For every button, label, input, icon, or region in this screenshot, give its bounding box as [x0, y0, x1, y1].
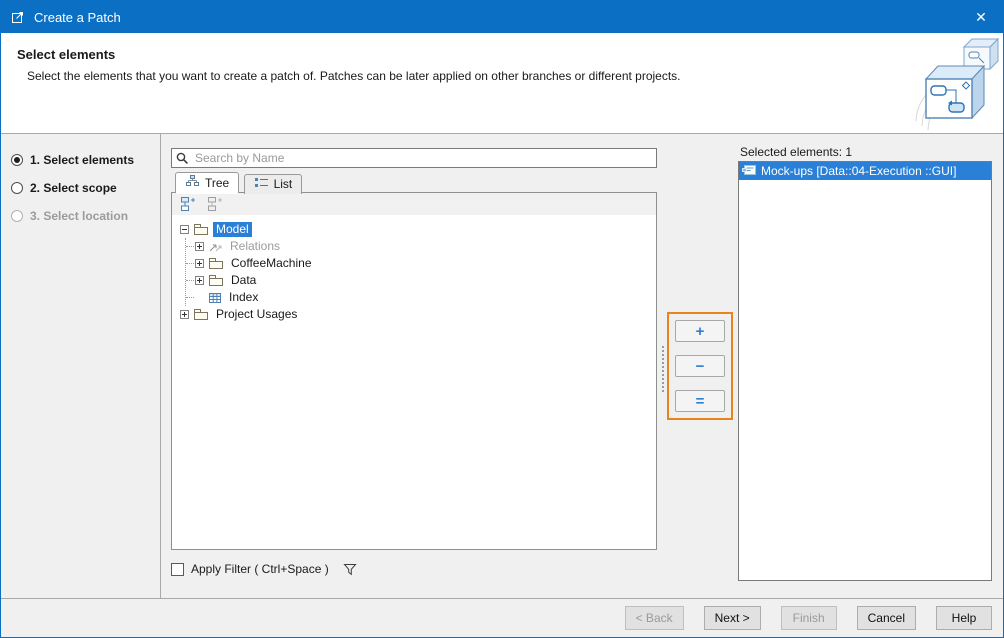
tree-node-label: CoffeeMachine — [228, 256, 315, 271]
relations-icon — [208, 241, 223, 253]
remove-all-elements-button[interactable]: = — [675, 390, 725, 412]
radio-unselected-icon — [11, 182, 23, 194]
expand-collapse-nodes-icon[interactable] — [179, 196, 197, 213]
cancel-button[interactable]: Cancel — [857, 606, 916, 630]
patch-illustration-icon — [914, 35, 1000, 134]
element-tree-pane: Tree List — [171, 148, 657, 576]
tree-connector — [186, 263, 194, 264]
transfer-buttons-annotation: + − = — [667, 312, 733, 420]
dialog-footer: < Back Next > Finish Cancel Help — [1, 598, 1003, 637]
package-icon — [208, 274, 224, 287]
add-element-button[interactable]: + — [675, 320, 725, 342]
tree-row-index[interactable]: Index — [186, 289, 654, 306]
tree-row-relations[interactable]: Relations — [186, 238, 654, 255]
close-icon[interactable]: ✕ — [959, 1, 1003, 33]
help-button[interactable]: Help — [936, 606, 992, 630]
package-icon — [193, 223, 209, 236]
window-title: Create a Patch — [34, 10, 121, 25]
step-select-location: 3. Select location — [1, 202, 160, 230]
tree-connector — [186, 297, 194, 298]
tree-list-tabs: Tree List — [171, 172, 657, 193]
next-button[interactable]: Next > — [704, 606, 761, 630]
selected-elements-list[interactable]: Mock-ups [Data::04-Execution ::GUI] — [738, 161, 992, 581]
filter-funnel-icon[interactable] — [343, 563, 357, 576]
tree-node-label: Data — [228, 273, 259, 288]
tab-label: Tree — [205, 176, 229, 190]
tree-row-data[interactable]: Data — [186, 272, 654, 289]
apply-filter-label: Apply Filter ( Ctrl+Space ) — [191, 562, 329, 576]
tree-row-model[interactable]: Model — [177, 221, 654, 238]
tab-list[interactable]: List — [244, 174, 303, 194]
package-icon — [208, 257, 224, 270]
title-bar: Create a Patch ✕ — [1, 1, 1003, 33]
step-label: 3. Select location — [30, 209, 128, 223]
tree-tab-icon — [185, 175, 200, 191]
page-title: Select elements — [17, 47, 115, 62]
tree-row-coffeemachine[interactable]: CoffeeMachine — [186, 255, 654, 272]
expand-expander-icon[interactable] — [180, 310, 189, 319]
step-label: 1. Select elements — [30, 153, 134, 167]
model-tree: Model Relations — [172, 215, 656, 549]
mockup-diagram-icon — [742, 164, 757, 179]
page-description: Select the elements that you want to cre… — [27, 69, 681, 83]
radio-disabled-icon — [11, 210, 23, 222]
splitter-handle[interactable] — [662, 346, 664, 392]
app-icon — [10, 9, 26, 25]
selected-elements-count: Selected elements: 1 — [738, 145, 992, 160]
collapse-expander-icon[interactable] — [180, 225, 189, 234]
tree-node-label: Index — [226, 290, 261, 305]
expand-expander-icon[interactable] — [195, 259, 204, 268]
finish-button: Finish — [781, 606, 837, 630]
remove-element-button[interactable]: − — [675, 355, 725, 377]
selected-elements-pane: Selected elements: 1 Mock-ups [Data::04-… — [738, 145, 992, 581]
model-children: Relations CoffeeMachine — [185, 238, 654, 306]
package-icon — [193, 308, 209, 321]
tree-node-label: Relations — [227, 239, 283, 254]
tree-node-label: Project Usages — [213, 307, 300, 322]
apply-filter-row: Apply Filter ( Ctrl+Space ) — [171, 562, 657, 576]
tree-node-label: Model — [213, 222, 252, 237]
tree-connector — [186, 246, 194, 247]
create-patch-dialog: Create a Patch ✕ Select elements Select … — [0, 0, 1004, 638]
search-input[interactable] — [171, 148, 657, 168]
expand-expander-icon[interactable] — [195, 276, 204, 285]
selected-element-item[interactable]: Mock-ups [Data::04-Execution ::GUI] — [739, 162, 991, 180]
step-select-elements[interactable]: 1. Select elements — [1, 146, 160, 174]
list-tab-icon — [254, 176, 269, 192]
step-label: 2. Select scope — [30, 181, 117, 195]
model-tree-panel: Model Relations — [171, 192, 657, 550]
step-select-scope[interactable]: 2. Select scope — [1, 174, 160, 202]
collapse-all-icon[interactable] — [206, 196, 224, 213]
selected-element-label: Mock-ups [Data::04-Execution ::GUI] — [761, 164, 956, 178]
main-content: Tree List — [162, 134, 1003, 598]
tree-toolbar — [172, 193, 656, 216]
wizard-steps-sidebar: 1. Select elements 2. Select scope 3. Se… — [1, 134, 161, 598]
tree-connector — [186, 280, 194, 281]
radio-selected-icon — [11, 154, 23, 166]
table-icon — [208, 292, 222, 304]
search-box — [171, 148, 657, 168]
back-button: < Back — [625, 606, 684, 630]
apply-filter-checkbox[interactable] — [171, 563, 184, 576]
dialog-header: Select elements Select the elements that… — [1, 33, 1003, 134]
expand-expander-icon[interactable] — [195, 242, 204, 251]
tree-row-project-usages[interactable]: Project Usages — [177, 306, 654, 323]
tab-label: List — [274, 177, 293, 191]
tab-tree[interactable]: Tree — [175, 172, 239, 193]
